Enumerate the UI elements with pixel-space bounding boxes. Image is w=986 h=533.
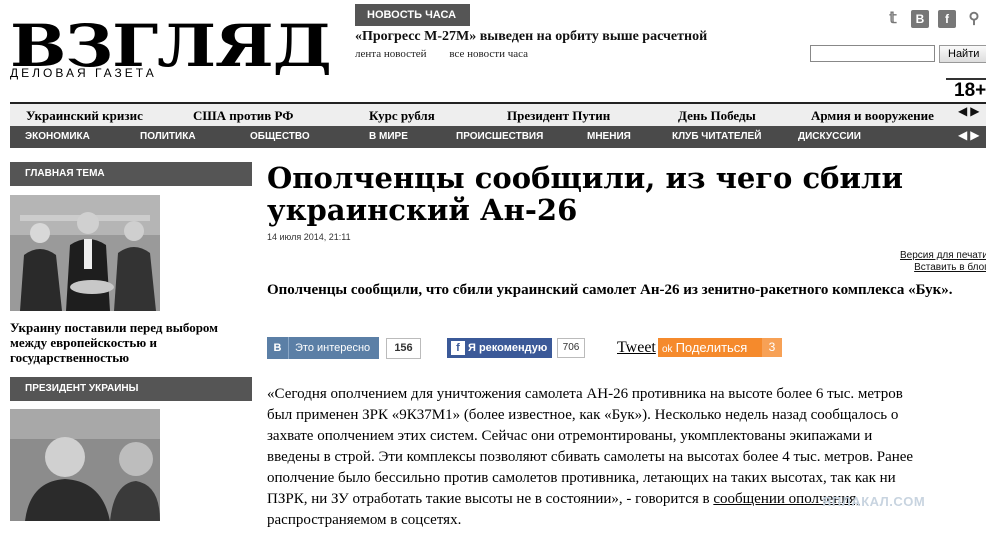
facebook-recommend-button[interactable]: fЯ рекомендую — [447, 338, 552, 358]
news-hour-headline[interactable]: «Прогресс М-27М» выведен на орбиту выше … — [355, 29, 707, 45]
section-nav-item[interactable]: ЭКОНОМИКА — [25, 131, 90, 142]
president-header[interactable]: ПРЕЗИДЕНТ УКРАИНЫ — [10, 377, 252, 401]
arrow-right-icon[interactable]: ▶ — [970, 128, 979, 142]
logo-subtitle: ДЕЛОВАЯ ГАЗЕТА — [10, 66, 157, 80]
section-nav-arrows: ◀ ▶ — [958, 128, 979, 143]
vk-icon: B — [267, 337, 289, 359]
arrow-left-icon[interactable]: ◀ — [958, 128, 967, 142]
main-topic-caption[interactable]: Украину поставили перед выбором между ев… — [10, 320, 250, 365]
section-nav-item[interactable]: В МИРЕ — [369, 131, 408, 142]
section-nav-item[interactable]: ОБЩЕСТВО — [250, 131, 310, 142]
section-nav-item[interactable]: ПРОИСШЕСТВИЯ — [456, 131, 543, 142]
article-title: Ополченцы сообщили, из чего сбили украин… — [267, 161, 903, 227]
article-body-line: был применен ЗРК «9К37М1» (более известн… — [267, 407, 899, 423]
site-logo[interactable]: ВЗГЛЯД ДЕЛОВАЯ ГАЗЕТА — [10, 17, 332, 82]
share-icon[interactable]: ⚲ — [965, 10, 983, 28]
news-feed-link[interactable]: лента новостей — [355, 48, 427, 60]
facebook-icon: f — [451, 341, 465, 355]
president-photo[interactable] — [10, 409, 160, 521]
odnoklassniki-share-label: Поделиться — [675, 340, 748, 355]
main-topic-header[interactable]: ГЛАВНАЯ ТЕМА — [10, 162, 252, 186]
topic-nav-item[interactable]: Президент Путин — [507, 108, 610, 124]
news-links: лента новостей все новости часа — [355, 48, 548, 60]
article-body-line: распространяемом в соцсетях. — [267, 512, 462, 528]
topic-nav-arrows: ◀ ▶ — [958, 104, 979, 119]
topic-nav-item[interactable]: Курс рубля — [369, 108, 435, 124]
facebook-icon[interactable]: f — [938, 10, 956, 28]
topic-nav-item[interactable]: Украинский кризис — [26, 108, 143, 124]
section-nav-item[interactable]: ПОЛИТИКА — [140, 131, 196, 142]
topic-nav-item[interactable]: Армия и вооружение — [811, 108, 934, 124]
arrow-left-icon[interactable]: ◀ — [958, 104, 967, 118]
topic-nav-item[interactable]: День Победы — [678, 108, 756, 124]
odnoklassniki-icon: ok — [662, 344, 673, 355]
leaders-handshake-image — [10, 195, 160, 311]
search-input[interactable] — [810, 45, 935, 62]
article-body-text: ПЗРК, ни ЗУ отработать такие высоты не в… — [267, 491, 710, 507]
article-date: 14 июля 2014, 21:11 — [267, 232, 351, 242]
facebook-recommend-label: Я рекомендую — [468, 342, 548, 354]
topic-nav-item[interactable]: США против РФ — [193, 108, 293, 124]
social-icons: 𝕥 В f ⚲ — [884, 10, 986, 30]
watermark: ЯПЛАКАЛ.COM — [822, 494, 926, 509]
section-nav: ЭКОНОМИКА ПОЛИТИКА ОБЩЕСТВО В МИРЕ ПРОИС… — [10, 126, 986, 148]
article-tools: Версия для печати Вставить в блог — [900, 250, 986, 274]
all-news-link[interactable]: все новости часа — [449, 48, 528, 60]
president-portrait-image — [10, 409, 160, 521]
vk-like-button[interactable]: B Это интересно — [267, 337, 379, 359]
topic-nav: Украинский кризис США против РФ Курс руб… — [10, 102, 986, 126]
main-topic-photo[interactable] — [10, 195, 160, 311]
arrow-right-icon[interactable]: ▶ — [970, 104, 979, 118]
section-nav-item[interactable]: МНЕНИЯ — [587, 131, 631, 142]
tweet-button[interactable]: Tweet — [617, 339, 656, 357]
twitter-icon[interactable]: 𝕥 — [884, 10, 902, 28]
article-body-line: захвате ополчением этих систем. Сейчас о… — [267, 428, 873, 444]
vk-like-count: 156 — [386, 338, 421, 359]
search-button[interactable]: Найти — [939, 45, 986, 63]
news-hour-badge: НОВОСТЬ ЧАСА — [355, 4, 470, 26]
odnoklassniki-share-button[interactable]: ok Поделиться — [658, 338, 762, 357]
article-body-line: «Сегодня ополчением для уничтожения само… — [267, 386, 903, 402]
article-body-line: ополчение было бессильно против самолето… — [267, 470, 896, 486]
odnoklassniki-share-count: 3 — [762, 338, 782, 357]
vk-icon[interactable]: В — [911, 10, 929, 28]
article-body-line: введены в строй. Эти комплексы позволяют… — [267, 449, 914, 465]
print-version-link[interactable]: Версия для печати — [900, 250, 986, 262]
embed-blog-link[interactable]: Вставить в блог — [900, 262, 986, 274]
vk-like-label: Это интересно — [295, 342, 371, 354]
age-rating-badge: 18+ — [946, 78, 986, 102]
logo-title: ВЗГЛЯД — [10, 12, 332, 80]
section-nav-item[interactable]: ДИСКУССИИ — [798, 131, 861, 142]
article-lead: Ополченцы сообщили, что сбили украинский… — [267, 282, 953, 298]
facebook-recommend-count: 706 — [557, 338, 585, 358]
section-nav-item[interactable]: КЛУБ ЧИТАТЕЛЕЙ — [672, 131, 761, 142]
